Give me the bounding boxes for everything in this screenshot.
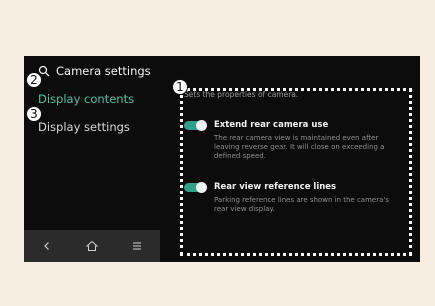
back-button[interactable]: [39, 238, 55, 254]
setting-extend-rear-camera: Extend rear camera use The rear camera v…: [184, 119, 402, 161]
page-title: Camera settings: [56, 64, 151, 78]
chevron-left-icon: [43, 242, 49, 250]
extend-rear-camera-toggle[interactable]: [184, 119, 207, 131]
setting-title: Rear view reference lines: [214, 182, 337, 192]
sidebar: Camera settings Display contents Display…: [24, 56, 160, 262]
home-button[interactable]: [84, 238, 100, 254]
settings-content: Sets the properties of camera. Extend re…: [174, 86, 410, 256]
menu-icon: [133, 242, 142, 250]
sidebar-item-display-settings[interactable]: Display settings: [38, 120, 130, 134]
setting-rear-view-reference-lines: Rear view reference lines Parking refere…: [184, 181, 402, 214]
toggle-knob: [196, 181, 207, 193]
callout-marker-1: 1: [172, 79, 188, 95]
toggle-knob: [196, 119, 207, 131]
callout-marker-3: 3: [26, 106, 42, 122]
callout-marker-2: 2: [26, 72, 42, 88]
sidebar-item-display-contents[interactable]: Display contents: [38, 92, 134, 106]
navigation-bar: [24, 230, 160, 262]
home-icon: [85, 240, 98, 251]
content-description: Sets the properties of camera.: [184, 90, 299, 99]
infotainment-screen: Camera settings Display contents Display…: [24, 56, 420, 262]
page-header: Camera settings: [38, 64, 151, 78]
menu-button[interactable]: [129, 238, 145, 254]
setting-title: Extend rear camera use: [214, 120, 329, 130]
setting-subtitle: Parking reference lines are shown in the…: [214, 196, 389, 213]
rear-view-reference-lines-toggle[interactable]: [184, 181, 207, 193]
setting-subtitle: The rear camera view is maintained even …: [214, 134, 385, 160]
